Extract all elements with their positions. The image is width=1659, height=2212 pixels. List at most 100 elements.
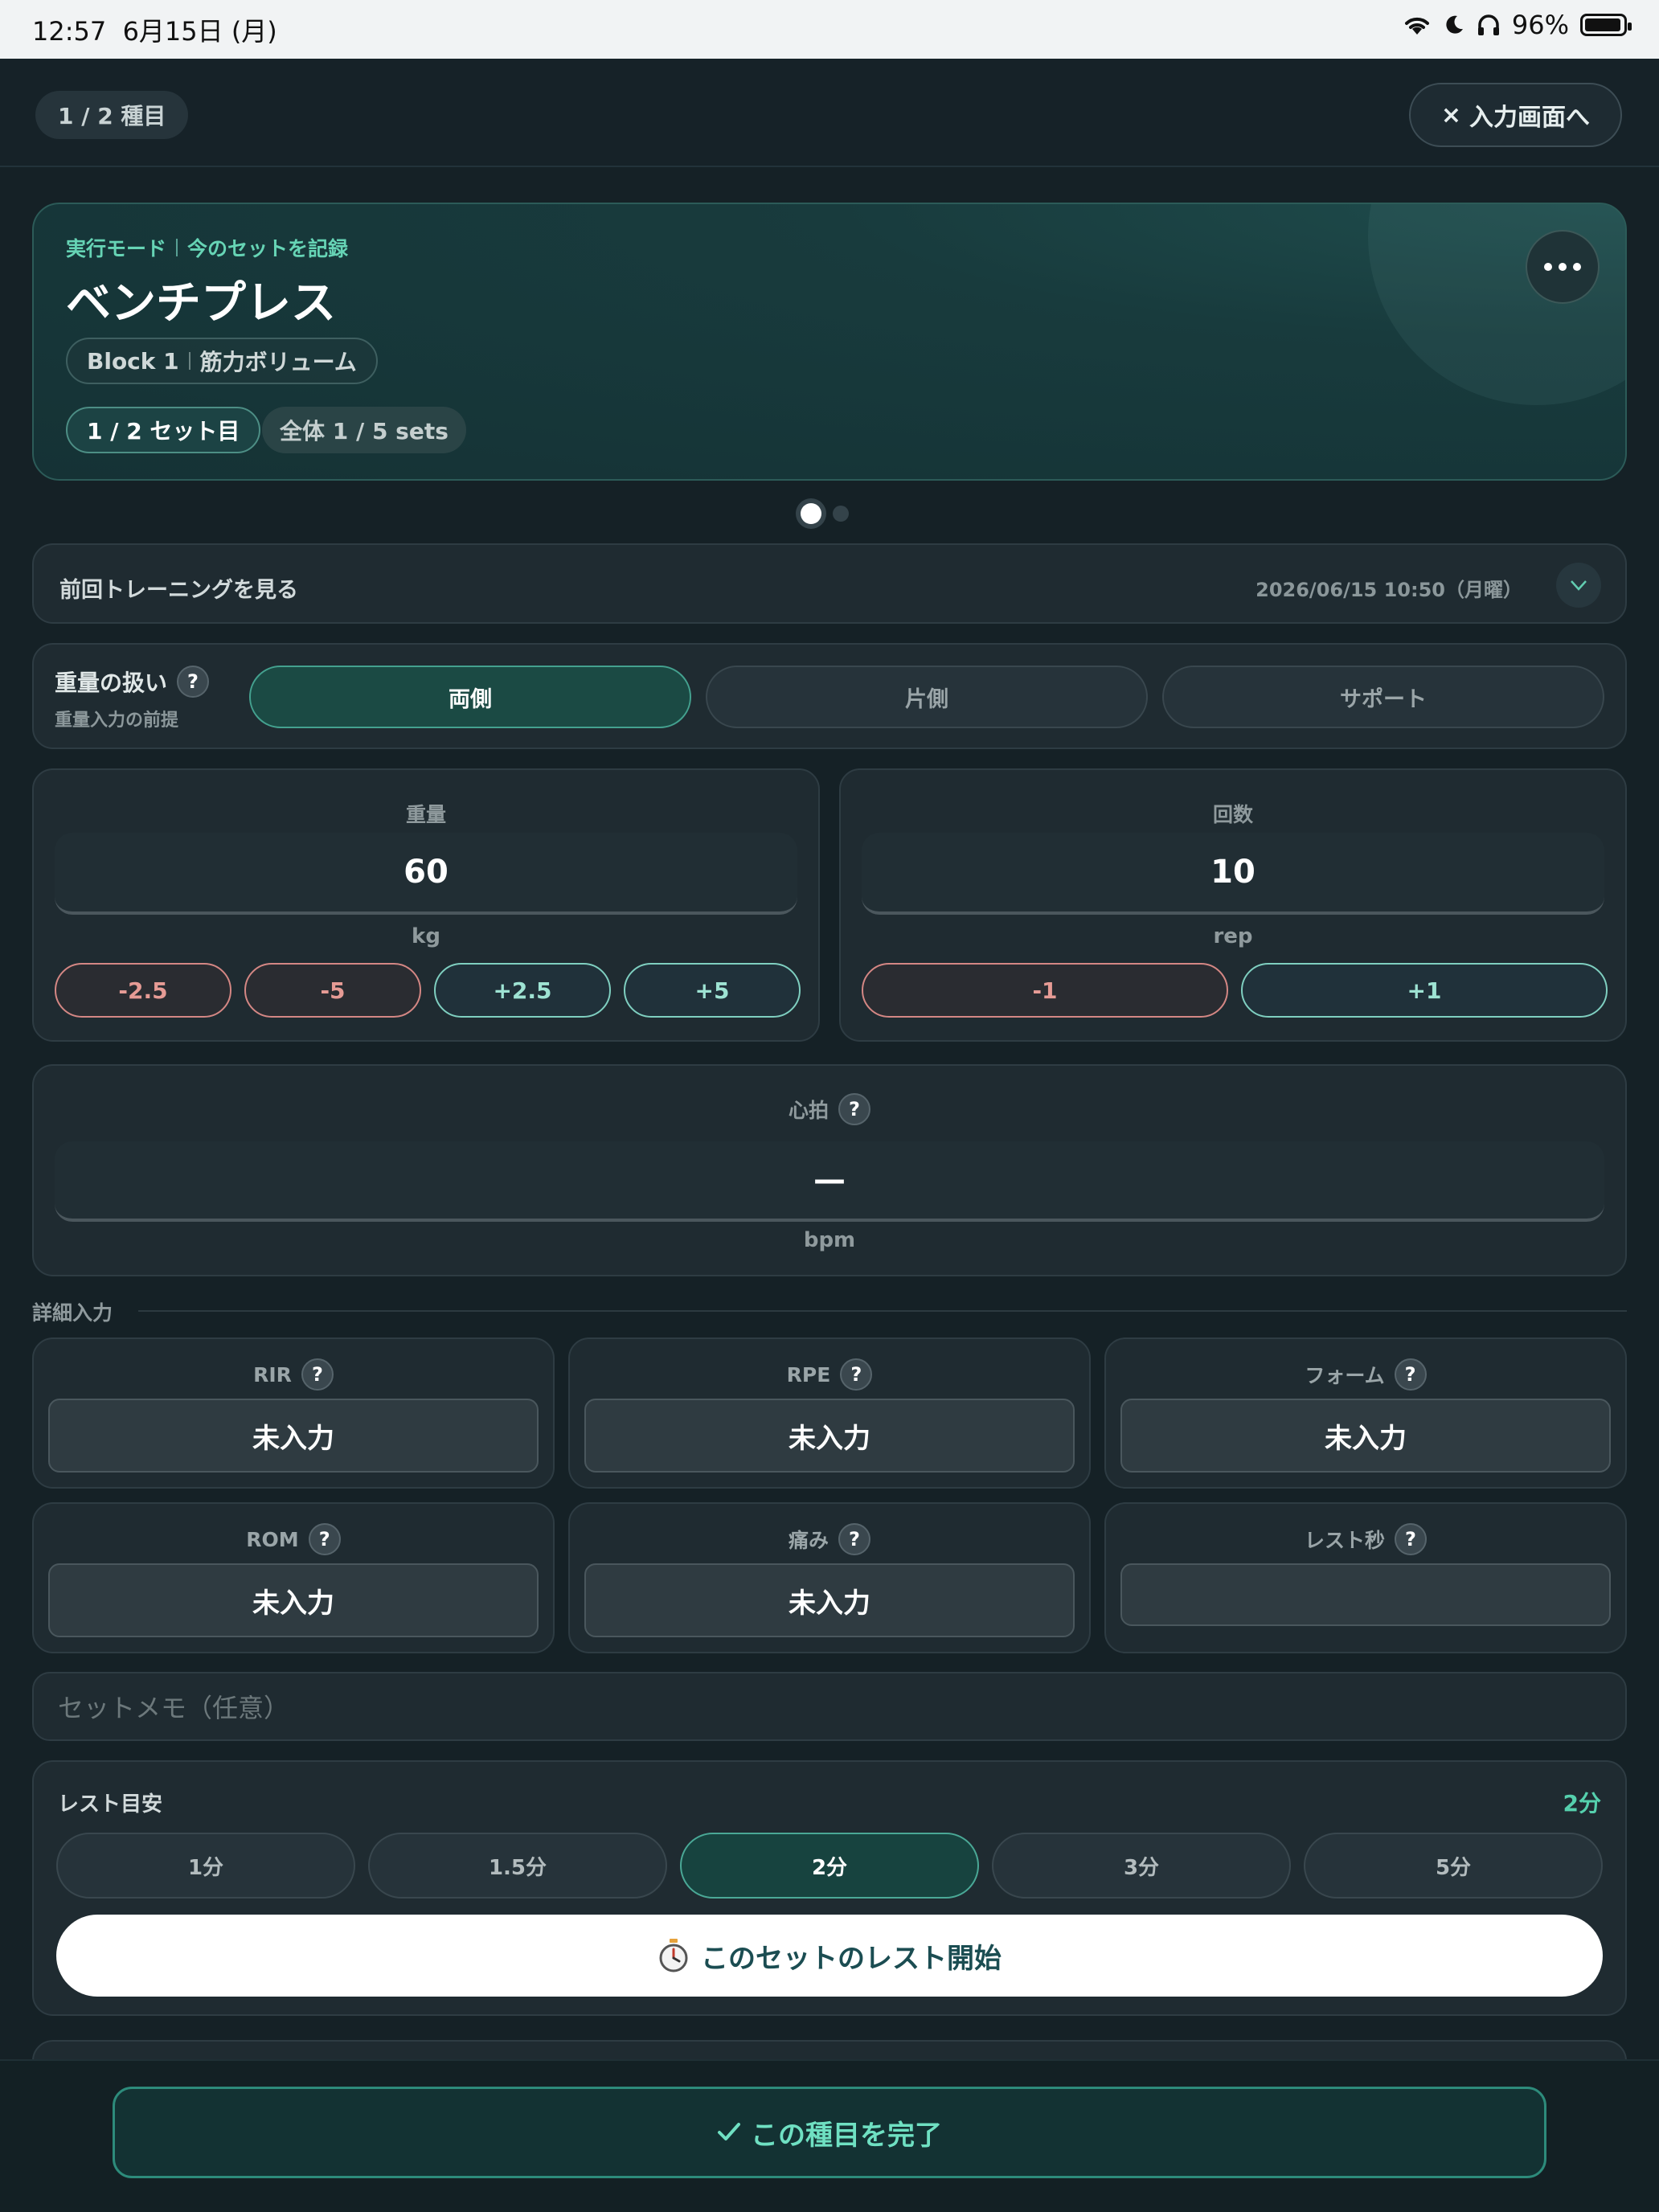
pain-label: 痛み? — [570, 1523, 1089, 1555]
rest-seconds-input[interactable] — [1120, 1563, 1611, 1626]
rir-select-button[interactable]: 未入力 — [48, 1399, 539, 1473]
rest-option-5min[interactable]: 5分 — [1304, 1833, 1603, 1899]
help-icon[interactable]: ? — [838, 1093, 870, 1125]
headphones-icon — [1477, 14, 1499, 35]
battery-fill — [1585, 18, 1621, 31]
handling-option-both[interactable]: 両側 — [249, 666, 691, 728]
form-label: フォーム? — [1106, 1358, 1625, 1391]
previous-training-toggle[interactable]: 前回トレーニングを見る 2026/06/15 10:50（月曜） — [32, 543, 1627, 624]
pain-select-button[interactable]: 未入力 — [584, 1563, 1075, 1637]
heart-rate-label: 心拍 ? — [34, 1093, 1625, 1125]
chevron-down-icon[interactable] — [1556, 563, 1601, 608]
page-dot-active[interactable] — [796, 498, 826, 529]
heart-rate-input[interactable]: — — [55, 1141, 1604, 1222]
close-icon: × — [1440, 100, 1461, 129]
start-rest-button[interactable]: このセットのレスト開始 — [56, 1915, 1603, 1997]
weight-label: 重量 — [405, 803, 446, 826]
exit-to-input-button[interactable]: × 入力画面へ — [1408, 83, 1622, 147]
more-options-button[interactable] — [1526, 230, 1600, 304]
weight-card: 重量 60 kg -2.5 -5 +2.5 +5 — [32, 768, 820, 1042]
help-icon[interactable]: ? — [177, 666, 210, 698]
help-icon[interactable]: ? — [308, 1523, 341, 1555]
reps-plus-1-button[interactable]: +1 — [1241, 963, 1608, 1018]
hero-decoration — [1368, 204, 1625, 405]
details-section-label: 詳細入力 — [32, 1301, 113, 1325]
help-icon[interactable]: ? — [301, 1358, 334, 1391]
rest-guide-current: 2分 — [1563, 1790, 1601, 1817]
exercise-title: ベンチプレス — [66, 277, 336, 330]
handling-option-support[interactable]: サポート — [1162, 666, 1604, 728]
more-dot — [1544, 263, 1552, 271]
complete-exercise-label: この種目を完了 — [751, 2119, 942, 2152]
bottom-bar: この種目を完了 — [0, 2059, 1659, 2212]
help-icon[interactable]: ? — [838, 1523, 870, 1555]
previous-training-date: 2026/06/15 10:50（月曜） — [1256, 579, 1522, 601]
reps-input[interactable]: 10 — [862, 833, 1604, 915]
rpe-select-button[interactable]: 未入力 — [584, 1399, 1075, 1473]
rest-seconds-label: レスト秒? — [1106, 1523, 1625, 1555]
rir-card: RIR? 未入力 — [32, 1337, 555, 1489]
help-icon[interactable]: ? — [1394, 1358, 1427, 1391]
form-select-button[interactable]: 未入力 — [1120, 1399, 1611, 1473]
complete-exercise-button[interactable]: この種目を完了 — [113, 2087, 1546, 2178]
weight-input[interactable]: 60 — [55, 833, 797, 915]
weight-handling-subtitle: 重量入力の前提 — [55, 711, 179, 731]
wifi-icon — [1404, 17, 1429, 35]
top-bar: 1 / 2 種目 × 入力画面へ — [0, 59, 1659, 167]
rir-label: RIR? — [34, 1358, 553, 1391]
exit-button-label: 入力画面へ — [1469, 104, 1590, 132]
moon-icon — [1446, 15, 1463, 34]
more-dot — [1559, 263, 1567, 271]
status-time: 12:57 6月15日 (月) — [32, 16, 277, 47]
check-icon — [718, 2123, 740, 2140]
reps-card: 回数 10 rep -1 +1 — [839, 768, 1627, 1042]
more-dot — [1573, 263, 1581, 271]
weight-handling-card: 重量の扱い ? 重量入力の前提 両側 片側 サポート — [32, 643, 1627, 749]
total-sets-badge: 全体 1 / 5 sets — [262, 407, 466, 453]
handling-option-single[interactable]: 片側 — [706, 666, 1148, 728]
rest-seconds-card: レスト秒? — [1104, 1502, 1627, 1653]
form-card: フォーム? 未入力 — [1104, 1337, 1627, 1489]
rest-option-3min[interactable]: 3分 — [992, 1833, 1291, 1899]
weight-unit: kg — [412, 924, 440, 948]
set-progress-badge: 1 / 2 セット目 — [66, 407, 261, 453]
battery-icon — [1580, 14, 1632, 36]
mode-label: 実行モード 今のセットを記録 — [66, 237, 349, 260]
details-divider — [138, 1310, 1627, 1312]
status-right: 96% — [1403, 10, 1632, 40]
rpe-card: RPE? 未入力 — [568, 1337, 1091, 1489]
reps-label: 回数 — [1212, 803, 1253, 826]
weight-minus-2-5-button[interactable]: -2.5 — [55, 963, 231, 1018]
block-badge: Block 1 筋力ボリューム — [66, 338, 378, 384]
rest-option-1min[interactable]: 1分 — [56, 1833, 355, 1899]
page-dot[interactable] — [833, 506, 849, 522]
heart-rate-card: 心拍 ? — bpm — [32, 1064, 1627, 1276]
exercise-hero-card: 実行モード 今のセットを記録 ベンチプレス Block 1 筋力ボリューム 1 … — [32, 203, 1627, 481]
rest-guide-card: レスト目安 2分 1分 1.5分 2分 3分 5分 このセットのレスト開始 — [32, 1760, 1627, 2016]
page-indicator — [796, 498, 849, 529]
weight-plus-5-button[interactable]: +5 — [624, 963, 801, 1018]
heart-rate-unit: bpm — [803, 1228, 856, 1252]
help-icon[interactable]: ? — [840, 1358, 873, 1391]
block-separator — [188, 352, 190, 370]
battery-percent: 96% — [1511, 10, 1569, 40]
status-bar: 12:57 6月15日 (月) 96% — [0, 0, 1659, 59]
weight-handling-title: 重量の扱い ? — [55, 666, 210, 698]
stopwatch-icon — [659, 1939, 688, 1972]
weight-plus-2-5-button[interactable]: +2.5 — [434, 963, 611, 1018]
help-icon[interactable]: ? — [1395, 1523, 1427, 1555]
weight-minus-5-button[interactable]: -5 — [244, 963, 421, 1018]
previous-training-label: 前回トレーニングを見る — [59, 578, 298, 603]
rest-guide-label: レスト目安 — [58, 1792, 163, 1817]
rest-option-2min[interactable]: 2分 — [680, 1833, 979, 1899]
pain-card: 痛み? 未入力 — [568, 1502, 1091, 1653]
rom-card: ROM? 未入力 — [32, 1502, 555, 1653]
set-memo-input[interactable]: セットメモ（任意） — [32, 1672, 1627, 1741]
reps-minus-1-button[interactable]: -1 — [862, 963, 1228, 1018]
rest-option-1-5min[interactable]: 1.5分 — [368, 1833, 667, 1899]
mode-separator — [176, 239, 178, 256]
reps-unit: rep — [1213, 924, 1253, 948]
rpe-label: RPE? — [570, 1358, 1089, 1391]
rom-select-button[interactable]: 未入力 — [48, 1563, 539, 1637]
start-rest-label: このセットのレスト開始 — [701, 1942, 1002, 1975]
